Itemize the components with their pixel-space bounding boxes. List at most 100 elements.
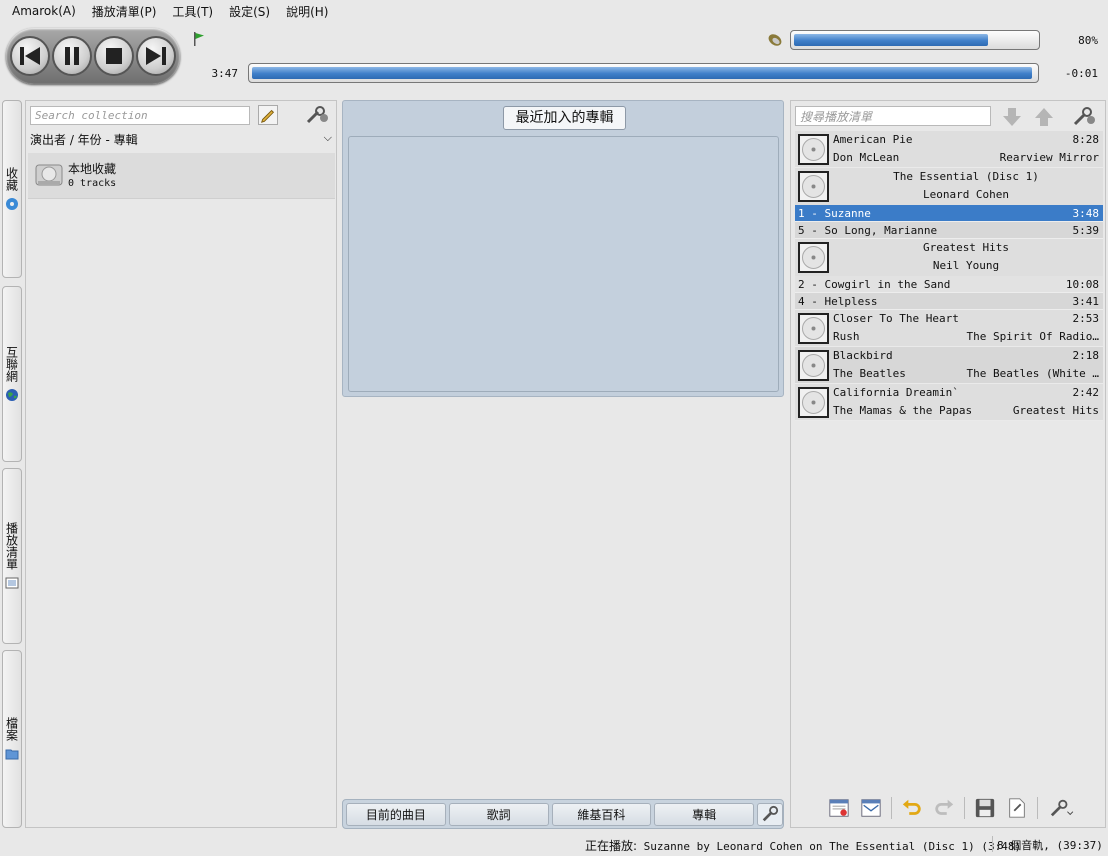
stop-icon	[106, 48, 122, 64]
redo-button[interactable]	[932, 796, 956, 820]
playlist-list: American Pie 8:28 Don McLean Rearview Mi…	[795, 131, 1103, 421]
undo-icon	[902, 799, 921, 815]
tab-internet[interactable]: 互聯網	[2, 286, 22, 462]
tab-label: 播放清單	[4, 522, 19, 570]
track-label: 1 - Suzanne	[798, 207, 871, 220]
next-icon	[146, 47, 166, 65]
track-label: 4 - Helpless	[798, 295, 878, 308]
folder-icon	[5, 749, 19, 760]
hard-drive-icon	[35, 164, 63, 186]
track-length: 3:48	[1072, 207, 1100, 220]
volume-slider[interactable]	[790, 30, 1040, 50]
arrow-down-icon[interactable]	[1001, 106, 1023, 128]
save-icon	[975, 798, 995, 818]
playlist-track-current[interactable]: 1 - Suzanne 3:48	[795, 205, 1103, 222]
flag-icon[interactable]	[193, 32, 205, 46]
tab-label: 互聯網	[4, 346, 19, 382]
album-title: Greatest Hits	[922, 241, 1010, 254]
wrench-icon[interactable]	[1069, 104, 1099, 128]
tab-current-track[interactable]: 目前的曲目	[346, 802, 446, 826]
context-config-button[interactable]	[757, 802, 783, 826]
playlist-track[interactable]: 4 - Helpless 3:41	[795, 293, 1103, 310]
export-playlist-button[interactable]	[859, 796, 883, 820]
pause-icon	[65, 47, 79, 65]
playlist-track[interactable]: 2 - Cowgirl in the Sand 10:08	[795, 276, 1103, 293]
cd-cover-icon	[798, 171, 829, 202]
cd-cover-icon	[798, 134, 829, 165]
elapsed-time: 3:47	[211, 67, 239, 80]
tab-albums[interactable]: 專輯	[654, 802, 755, 826]
save-playlist-button[interactable]	[973, 796, 997, 820]
playlist-item[interactable]: American Pie 8:28 Don McLean Rearview Mi…	[795, 131, 1103, 168]
chevron-down-icon: ⌵	[323, 131, 332, 144]
context-tab-bar: 目前的曲目 歌詞 維基百科 專輯	[342, 799, 784, 829]
pause-button[interactable]	[52, 36, 92, 76]
tab-label: 收藏	[4, 167, 19, 191]
tab-wikipedia[interactable]: 維基百科	[551, 802, 652, 826]
transport-controls	[6, 28, 180, 84]
track-artist: Don McLean	[833, 151, 900, 164]
cd-cover-icon	[798, 350, 829, 381]
album-header[interactable]: Greatest Hits Neil Young	[795, 239, 1103, 276]
tab-playlists[interactable]: 播放清單	[2, 468, 22, 644]
playlist-search-input[interactable]: 搜尋播放清單	[795, 106, 991, 126]
tab-collections[interactable]: 收藏	[2, 100, 22, 278]
menu-settings[interactable]: 設定(S)	[223, 3, 276, 20]
toolbar-separator	[891, 797, 892, 819]
globe-icon	[6, 389, 18, 401]
album-artist: Neil Young	[932, 259, 1000, 272]
previous-icon	[20, 47, 40, 65]
disc-icon	[6, 198, 18, 210]
cd-cover-icon	[798, 387, 829, 418]
wrench-icon[interactable]	[302, 104, 332, 126]
edit-filter-button[interactable]	[258, 105, 278, 125]
cd-cover-icon	[798, 313, 829, 344]
previous-button[interactable]	[10, 36, 50, 76]
menu-help[interactable]: 說明(H)	[280, 3, 334, 20]
collection-panel: Search collection 演出者 / 年份 - 專輯 ⌵ 本地收藏 0…	[25, 100, 337, 828]
pencil-icon	[260, 109, 275, 123]
playlist-item[interactable]: Closer To The Heart 2:53 Rush The Spirit…	[795, 310, 1103, 347]
context-panel: 最近加入的專輯 目前的曲目 歌詞 維基百科 專輯	[340, 98, 786, 830]
menu-tools[interactable]: 工具(T)	[166, 3, 219, 20]
track-length: 5:39	[1072, 224, 1100, 237]
track-length: 10:08	[1065, 278, 1099, 291]
next-button[interactable]	[136, 36, 176, 76]
clear-playlist-button[interactable]	[827, 796, 851, 820]
tab-lyrics[interactable]: 歌詞	[448, 802, 549, 826]
collection-name: 本地收藏	[68, 162, 117, 176]
track-length: 2:18	[1072, 349, 1100, 362]
tab-files[interactable]: 檔案	[2, 650, 22, 828]
playlist-item[interactable]: Blackbird 2:18 The Beatles The Beatles (…	[795, 347, 1103, 384]
track-album: Greatest Hits	[1012, 404, 1099, 417]
seek-progress	[252, 67, 1032, 79]
playlist-track[interactable]: 5 - So Long, Marianne 5:39	[795, 222, 1103, 239]
stop-button[interactable]	[94, 36, 134, 76]
track-title: American Pie	[833, 133, 913, 146]
arrow-up-icon[interactable]	[1033, 106, 1055, 128]
playlist-toolbar	[827, 795, 1103, 821]
seek-slider[interactable]	[248, 63, 1039, 83]
group-by-label: 演出者 / 年份 - 專輯	[30, 133, 138, 147]
tab-label: 檔案	[4, 717, 19, 741]
redo-icon	[935, 799, 954, 815]
collection-item-local[interactable]: 本地收藏 0 tracks	[28, 153, 335, 199]
undo-button[interactable]	[900, 796, 924, 820]
volume-level	[794, 34, 988, 46]
group-by-selector[interactable]: 演出者 / 年份 - 專輯 ⌵	[30, 131, 334, 149]
menu-amarok[interactable]: Amarok(A)	[6, 4, 82, 18]
toolbar-separator	[1037, 797, 1038, 819]
track-album: Rearview Mirror	[999, 151, 1099, 164]
track-album: The Beatles (White …	[966, 367, 1099, 380]
menu-playlist[interactable]: 播放清單(P)	[86, 3, 163, 20]
album-header[interactable]: The Essential (Disc 1) Leonard Cohen	[795, 168, 1103, 205]
speaker-icon[interactable]	[766, 31, 784, 49]
recent-albums-list	[348, 136, 779, 392]
track-label: 2 - Cowgirl in the Sand	[798, 278, 951, 291]
track-length: 8:28	[1072, 133, 1100, 146]
collection-search-input[interactable]: Search collection	[30, 106, 250, 125]
playlist-config-button[interactable]	[1046, 796, 1076, 820]
playlist-item[interactable]: California Dreamin` 2:42 The Mamas & the…	[795, 384, 1103, 421]
album-artist: Leonard Cohen	[922, 188, 1010, 201]
edit-playlist-button[interactable]	[1005, 796, 1029, 820]
